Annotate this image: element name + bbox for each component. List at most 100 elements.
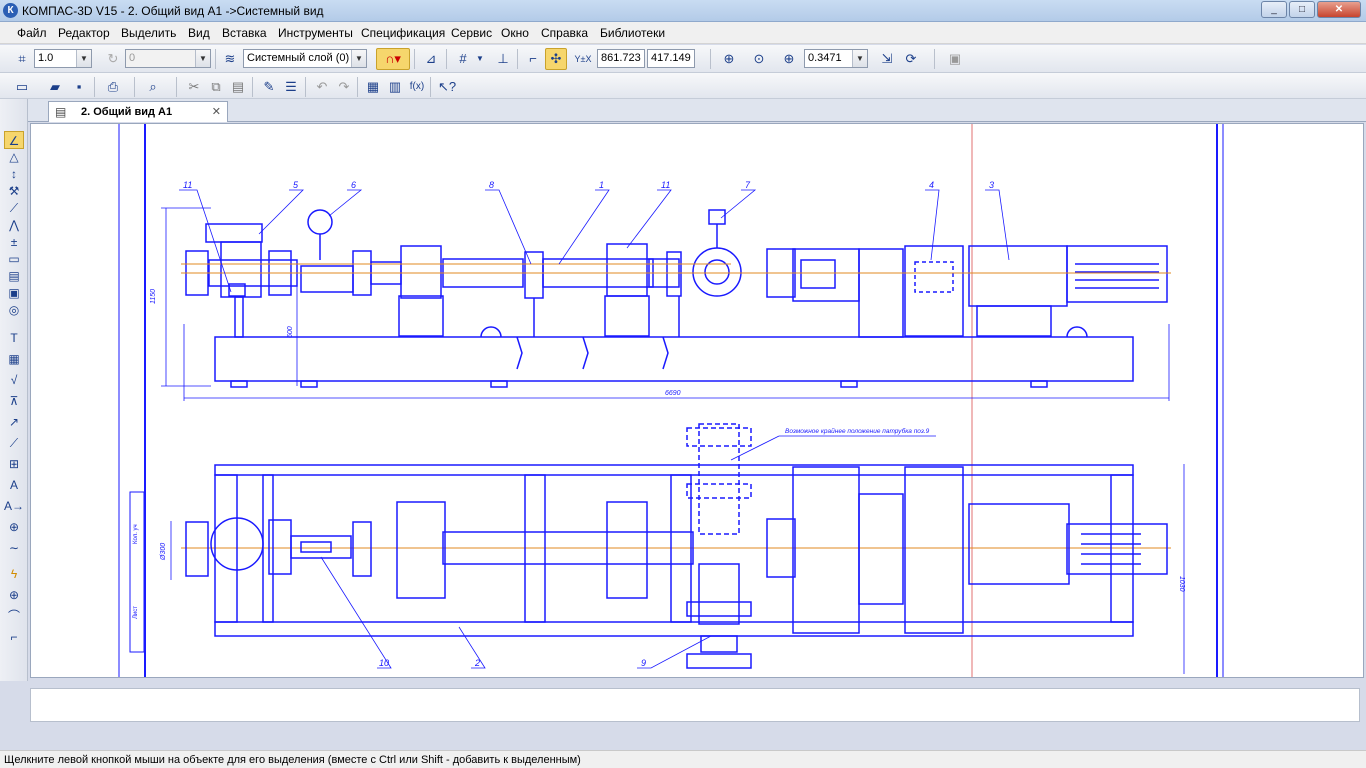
toolbar-separator [215, 49, 216, 69]
drawing-canvas[interactable]: Кол. уч Лист 1150 600 6690 1030 Ø300 Воз… [30, 123, 1364, 678]
chevron-down-icon[interactable]: ▼ [351, 50, 366, 67]
spec-icon[interactable]: ▤ [4, 267, 24, 285]
refresh-icon[interactable]: ⟳ [900, 48, 922, 70]
format-brush-icon[interactable]: ✎ [258, 76, 280, 98]
lightning-icon[interactable]: ϟ [4, 565, 24, 583]
menu-tools[interactable]: Инструменты [278, 26, 353, 40]
zoom-all-icon[interactable]: ⊙ [748, 48, 770, 70]
print-icon[interactable]: ⎙ [102, 76, 124, 98]
layers-icon[interactable]: ≋ [219, 48, 241, 70]
chevron-down-icon[interactable]: ▼ [76, 50, 91, 67]
menu-view[interactable]: Вид [188, 26, 210, 40]
cut-icon[interactable]: ✂ [183, 76, 205, 98]
help-cursor-icon[interactable]: ↖? [436, 76, 458, 98]
leader-11b [626, 189, 672, 249]
maximize-button[interactable]: □ [1289, 1, 1315, 18]
center-mark-icon[interactable]: ⊕ [4, 586, 24, 604]
chevron-down-icon[interactable]: ▼ [852, 50, 867, 67]
menu-specification[interactable]: Спецификация [361, 26, 445, 40]
corner-icon[interactable]: ⌐ [4, 628, 24, 646]
text-icon[interactable]: T [4, 329, 24, 347]
measure-icon[interactable]: ± [4, 233, 24, 251]
base-icon[interactable]: ⊼ [4, 392, 24, 410]
zoom-field[interactable]: 0.3471 ▼ [804, 49, 868, 68]
menu-insert[interactable]: Вставка [222, 26, 267, 40]
pan-icon[interactable]: ⇲ [876, 48, 898, 70]
zoom-in-icon[interactable]: ⊕ [778, 48, 800, 70]
properties-list-icon[interactable]: ☰ [280, 76, 302, 98]
step-field[interactable]: 1.0 ▼ [34, 49, 92, 68]
strainer-lid [205, 223, 263, 243]
chevron-down-icon[interactable]: ▼ [474, 48, 486, 70]
zoom-window-icon[interactable]: ⊕ [718, 48, 740, 70]
gearbox-inner [800, 259, 836, 289]
angle-icon[interactable]: ↻ [102, 48, 124, 70]
layer-select[interactable]: Системный слой (0) ▼ [243, 49, 367, 68]
manager-icon[interactable]: ▦ [362, 76, 384, 98]
dimensions-small-icon[interactable]: ↕ [4, 165, 24, 183]
magnet-snap-button[interactable]: ∩▾ [376, 48, 410, 70]
angle-field[interactable]: 0 ▼ [125, 49, 211, 68]
menu-editor[interactable]: Редактор [58, 26, 110, 40]
undo-icon[interactable]: ↶ [311, 76, 333, 98]
open-folder-icon[interactable]: ▰ [44, 76, 66, 98]
select-icon[interactable]: ▭ [4, 250, 24, 268]
geometry-icon[interactable]: ∠ [4, 131, 24, 149]
report-icon[interactable]: ▣ [4, 284, 24, 302]
menu-file[interactable]: Файл [17, 26, 47, 40]
leader-8 [485, 189, 532, 265]
chevron-down-icon[interactable]: ▼ [195, 50, 210, 67]
callout-2: 2 [474, 658, 480, 668]
redo-icon[interactable]: ↷ [333, 76, 355, 98]
ortho-icon[interactable]: ⊿ [420, 48, 442, 70]
local-cs-icon[interactable]: ⊥ [492, 48, 514, 70]
leader-icon[interactable]: ↗ [4, 413, 24, 431]
menu-select[interactable]: Выделить [121, 26, 176, 40]
menu-help[interactable]: Справка [541, 26, 588, 40]
properties-panel[interactable] [30, 688, 1360, 722]
variables-button[interactable]: f(x) [406, 76, 428, 98]
shapes-icon[interactable]: △ [4, 148, 24, 166]
mark-icon[interactable]: A [4, 476, 24, 494]
tolerance-icon[interactable]: ⊞ [4, 455, 24, 473]
menu-window[interactable]: Окно [501, 26, 529, 40]
leader-5 [258, 189, 304, 235]
wave-line-icon[interactable]: ∼ [4, 539, 24, 557]
menu-service[interactable]: Сервис [451, 26, 492, 40]
new-document-icon[interactable]: ▭ [11, 76, 33, 98]
position-icon[interactable]: ⟋ [4, 434, 24, 452]
properties-icon[interactable]: ▣ [944, 48, 966, 70]
leader-1 [558, 189, 610, 265]
grid-icon[interactable]: # [452, 48, 474, 70]
dim-total-length: 6690 [665, 390, 681, 397]
coord-y-field[interactable]: 417.149 [647, 49, 695, 68]
preview-icon[interactable]: ⌕ [142, 76, 164, 98]
minimize-button[interactable]: _ [1261, 1, 1287, 18]
tab-drawing[interactable]: ▤ 2. Общий вид А1 ✕ [48, 101, 228, 122]
view-arrow-icon[interactable]: A→ [4, 497, 24, 515]
arc-icon[interactable]: ⌒ [4, 607, 24, 625]
library-icon[interactable]: ▥ [384, 76, 406, 98]
support-plan [858, 493, 904, 605]
param-icon[interactable]: ⋀ [4, 216, 24, 234]
table-icon[interactable]: ▦ [4, 350, 24, 368]
hammer-icon[interactable]: ⚒ [4, 182, 24, 200]
coupling-guard [904, 245, 964, 337]
close-icon[interactable]: ✕ [212, 105, 221, 118]
menu-libraries[interactable]: Библиотеки [600, 26, 665, 40]
paste-icon[interactable]: ▤ [227, 76, 249, 98]
edit-icon[interactable]: ⟋ [4, 199, 24, 217]
copy-icon[interactable]: ⧉ [205, 76, 227, 98]
snap-grid-icon[interactable]: ⌗ [11, 48, 33, 70]
insert-icon[interactable]: ◎ [4, 301, 24, 319]
note-text: Возможное крайнее положение патрубка поз… [785, 427, 930, 435]
axis-icon[interactable]: ⊕ [4, 518, 24, 536]
round-icon[interactable]: ⌐ [522, 48, 544, 70]
roughness-icon[interactable]: √ [4, 371, 24, 389]
coord-x-field[interactable]: 861.723 [597, 49, 645, 68]
dimension-lines-front [161, 207, 1185, 674]
save-icon[interactable]: ▪ [68, 76, 90, 98]
toolbar-standard: ▭ ▰ ▪ ⎙ ⌕ ✂ ⧉ ▤ ✎ ☰ ↶ ↷ ▦ ▥ f(x) ↖? [0, 73, 1366, 99]
cursor-snap-button[interactable]: ✣ [545, 48, 567, 70]
close-button[interactable]: ✕ [1317, 1, 1361, 18]
